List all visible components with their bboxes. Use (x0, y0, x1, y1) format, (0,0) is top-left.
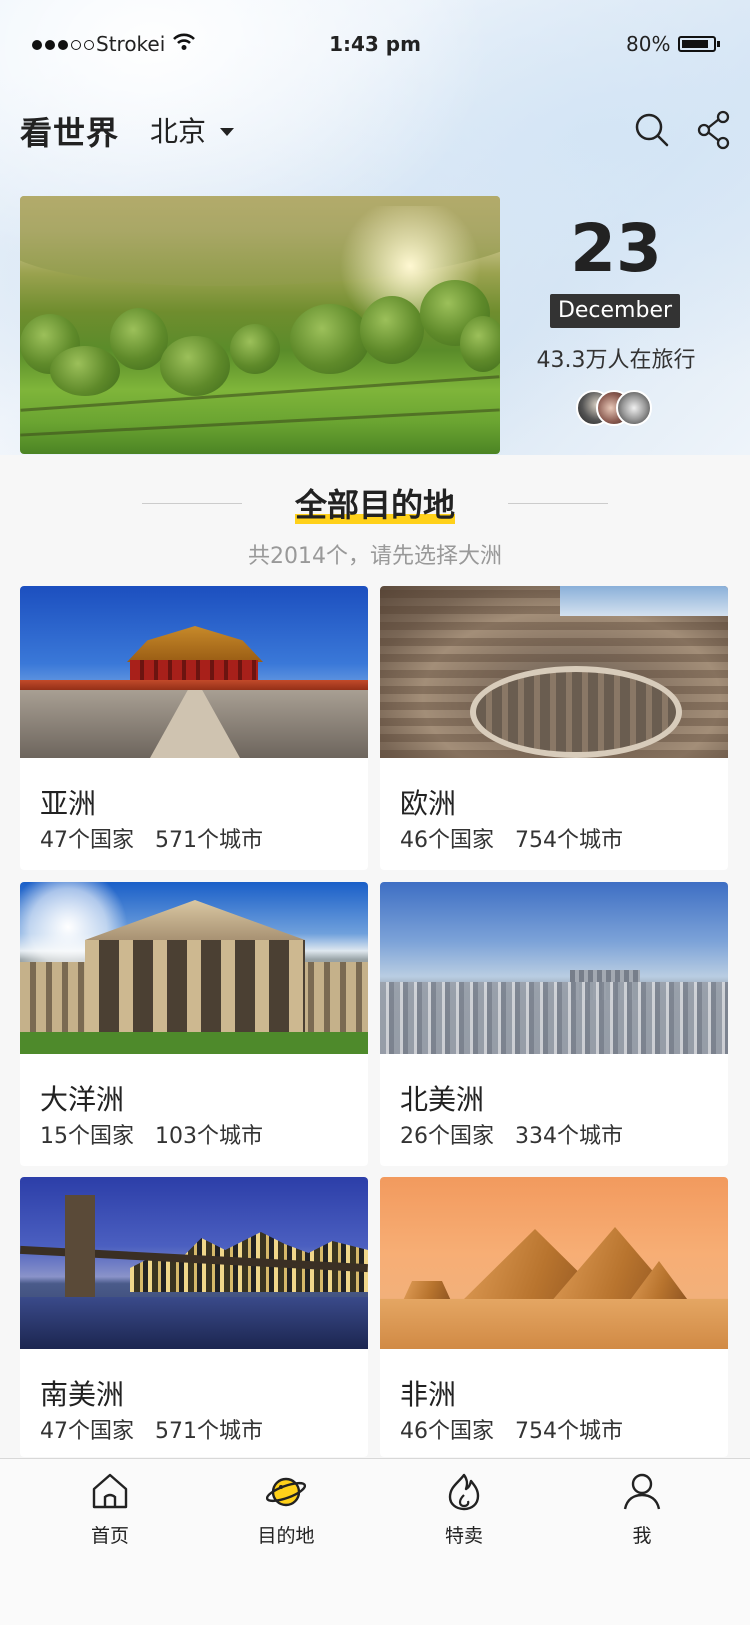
travelers-count: 43.3万人在旅行 (536, 348, 696, 373)
continent-card-asia[interactable]: 亚洲 47个国家 571个城市 (20, 586, 368, 870)
page-title-text: 看世界 (20, 114, 120, 152)
avatar (616, 390, 652, 426)
status-bar: Strokei 1:43 pm 80% (0, 28, 750, 62)
tab-home[interactable]: 首页 (50, 1471, 170, 1548)
section-title-text: 全部目的地 (294, 486, 455, 524)
home-icon (92, 1473, 128, 1509)
asia-image (20, 586, 368, 758)
continent-stats: 46个国家 754个城市 (400, 1419, 623, 1444)
continent-stats: 47个国家 571个城市 (40, 828, 263, 853)
continent-stats: 46个国家 754个城市 (400, 828, 623, 853)
flame-icon (448, 1473, 480, 1511)
continent-name: 南美洲 (40, 1378, 125, 1411)
continent-card-europe[interactable]: 欧洲 46个国家 754个城市 (380, 586, 728, 870)
share-icon[interactable] (697, 110, 731, 150)
tab-me[interactable]: 我 (582, 1471, 702, 1548)
search-icon[interactable] (634, 112, 670, 148)
battery-icon (678, 36, 720, 52)
continent-card-oceania[interactable]: 大洋洲 15个国家 103个城市 (20, 882, 368, 1166)
north-america-image (380, 882, 728, 1054)
continent-stats: 15个国家 103个城市 (40, 1124, 263, 1149)
bottom-tab-bar: 首页 目的地 特卖 我 (0, 1458, 750, 1625)
tab-label: 我 (632, 1525, 652, 1547)
continent-name: 亚洲 (40, 787, 97, 820)
tab-label: 首页 (90, 1525, 129, 1547)
featured-banner-image[interactable] (20, 196, 500, 454)
city-selector[interactable]: 北京 (150, 110, 235, 150)
section-title: 全部目的地 (0, 480, 750, 526)
section-subtitle: 共2014个，请先选择大洲 (248, 544, 502, 569)
city-label: 北京 (150, 115, 207, 148)
continent-stats: 47个国家 571个城市 (40, 1419, 263, 1444)
date-day: 23 (570, 210, 662, 287)
continent-name: 北美洲 (400, 1083, 485, 1116)
africa-image (380, 1177, 728, 1349)
tab-sale[interactable]: 特卖 (404, 1471, 524, 1548)
continent-stats: 26个国家 334个城市 (400, 1124, 623, 1149)
caret-down-icon (220, 128, 235, 136)
date-month-badge: December (550, 294, 680, 328)
continent-card-africa[interactable]: 非洲 46个国家 754个城市 (380, 1177, 728, 1457)
tab-label: 目的地 (257, 1525, 315, 1547)
user-icon (623, 1473, 661, 1510)
planet-icon (265, 1477, 307, 1507)
continent-card-north-america[interactable]: 北美洲 26个国家 334个城市 (380, 882, 728, 1166)
south-america-image (20, 1177, 368, 1349)
continent-name: 欧洲 (400, 787, 457, 820)
continent-name: 大洋洲 (40, 1083, 125, 1116)
page-title: 看世界 (20, 108, 120, 156)
europe-image (380, 586, 728, 758)
battery-percentage: 80% (626, 32, 671, 56)
continent-name: 非洲 (400, 1378, 457, 1411)
tab-destinations[interactable]: 目的地 (226, 1471, 346, 1548)
oceania-image (20, 882, 368, 1054)
tab-label: 特卖 (444, 1525, 483, 1547)
traveler-avatars[interactable] (576, 390, 656, 430)
continent-card-south-america[interactable]: 南美洲 47个国家 571个城市 (20, 1177, 368, 1457)
